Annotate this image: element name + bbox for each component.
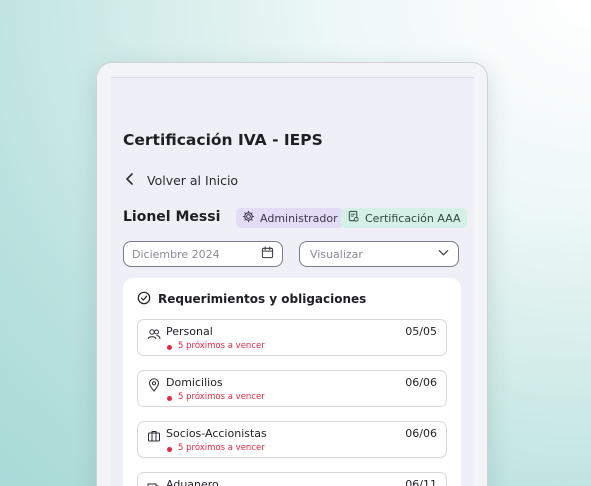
- alert-dot: [167, 345, 172, 350]
- requirement-count: 05/05: [405, 325, 437, 338]
- requirements-header: Requerimientos y obligaciones: [137, 290, 366, 308]
- chevron-down-icon: [437, 246, 450, 262]
- period-date-picker[interactable]: Diciembre 2024: [123, 241, 283, 267]
- user-name: Lionel Messi: [123, 209, 221, 225]
- certification-badge: Certificación AAA: [341, 208, 467, 228]
- requirement-count: 06/06: [405, 427, 437, 440]
- truck-icon: [147, 479, 161, 486]
- gear-icon: [242, 210, 260, 226]
- view-select-placeholder: Visualizar: [310, 247, 363, 261]
- certificate-icon: [347, 210, 365, 226]
- requirement-count: 06/06: [405, 376, 437, 389]
- chevron-left-icon: [123, 171, 137, 190]
- requirement-item-domicilios[interactable]: Domicilios 06/06 5 próximos a vencer: [137, 370, 447, 407]
- role-badge-label: Administrador: [260, 211, 338, 225]
- check-circle-icon: [137, 290, 158, 309]
- requirement-count: 06/11: [405, 478, 437, 486]
- requirement-status: 5 próximos a vencer: [178, 443, 265, 453]
- calendar-icon[interactable]: [261, 246, 274, 262]
- briefcase-icon: [147, 428, 161, 442]
- requirement-status: 5 próximos a vencer: [178, 341, 265, 351]
- page-title: Certificación IVA - IEPS: [123, 131, 323, 149]
- alert-dot: [167, 447, 172, 452]
- requirement-item-personal[interactable]: Personal 05/05 5 próximos a vencer: [137, 319, 447, 356]
- requirement-label: Domicilios: [166, 376, 223, 389]
- requirements-title: Requerimientos y obligaciones: [158, 292, 367, 306]
- role-badge: Administrador: [236, 208, 344, 228]
- requirement-item-aduanero[interactable]: Aduanero 06/11: [137, 472, 447, 486]
- requirement-status: 5 próximos a vencer: [178, 392, 265, 402]
- requirement-label: Aduanero: [166, 478, 219, 486]
- view-select[interactable]: Visualizar: [299, 241, 459, 267]
- alert-dot: [167, 396, 172, 401]
- back-link-label: Volver al Inicio: [147, 172, 239, 188]
- location-pin-icon: [147, 377, 161, 392]
- requirement-label: Personal: [166, 325, 213, 338]
- back-to-home-link[interactable]: Volver al Inicio: [123, 170, 238, 190]
- period-date-value: Diciembre 2024: [132, 247, 220, 261]
- users-icon: [147, 326, 161, 340]
- certification-badge-label: Certificación AAA: [365, 211, 461, 225]
- requirement-item-socios[interactable]: Socios-Accionistas 06/06 5 próximos a ve…: [137, 421, 447, 458]
- requirement-label: Socios-Accionistas: [166, 427, 267, 440]
